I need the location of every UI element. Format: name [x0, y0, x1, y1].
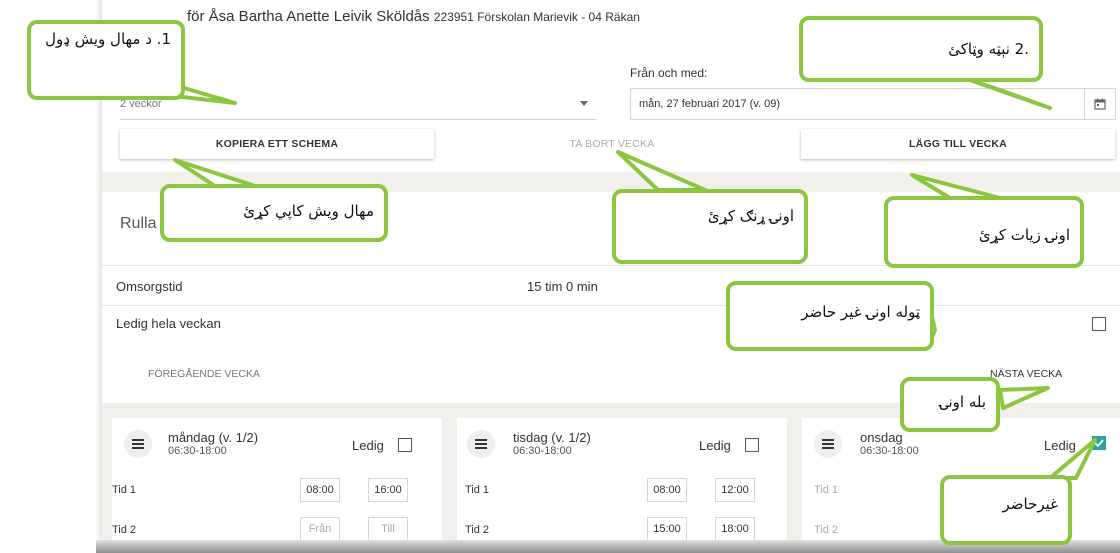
start-date-label: Från och med: — [630, 66, 708, 80]
previous-week-button[interactable]: FÖREGÅENDE VECKA — [148, 368, 260, 380]
time-from-input[interactable]: 08:00 — [300, 478, 340, 502]
list-icon[interactable] — [124, 430, 152, 458]
callout-next-week: بله اونۍ — [900, 377, 1000, 432]
callout-select-date: .2 نېټه وټاکئ — [799, 16, 1043, 82]
time-row-label: Tid 1 — [814, 484, 839, 496]
absent-checkbox-checked[interactable] — [1092, 436, 1106, 450]
time-row-label: Tid 2 — [465, 524, 490, 536]
time-row-label: Tid 1 — [112, 484, 137, 496]
time-row-label: Tid 1 — [465, 484, 490, 496]
list-icon[interactable] — [814, 430, 842, 458]
time-to-input[interactable]: Till — [368, 517, 408, 541]
start-date-input[interactable]: mån, 27 februari 2017 (v. 09) — [630, 88, 1116, 120]
check-icon — [1094, 439, 1104, 447]
care-time-value: 15 tim 0 min — [527, 279, 598, 294]
schedule-panel: för Åsa Bartha Anette Leivik Sköldås 223… — [102, 0, 1120, 553]
free-week-label: Ledig hela veckan — [116, 316, 221, 331]
day-hours: 06:30-18:00 — [860, 445, 919, 457]
time-from-input[interactable]: 08:00 — [647, 478, 687, 502]
callout-schedule-type: 1. د مهال ویش ډول — [27, 20, 185, 100]
absent-label: Ledig — [699, 438, 731, 453]
care-time-label: Omsorgstid — [116, 279, 183, 294]
day-name: måndag (v. 1/2) — [168, 430, 259, 445]
callout-absent-week: ټوله اونۍ غیر حاضر — [726, 281, 934, 351]
time-to-input[interactable]: 12:00 — [715, 478, 755, 502]
section-title: Rulla — [120, 215, 157, 232]
child-name: för Åsa Bartha Anette Leivik Sköldås — [187, 8, 430, 25]
time-from-input[interactable]: 15:00 — [647, 517, 687, 541]
calendar-icon[interactable] — [1084, 89, 1115, 119]
day-hours: 06:30-18:00 — [168, 445, 227, 457]
day-hours: 06:30-18:00 — [513, 445, 572, 457]
day-name: tisdag (v. 1/2) — [513, 430, 591, 445]
time-to-input[interactable]: 18:00 — [715, 517, 755, 541]
list-icon[interactable] — [467, 430, 495, 458]
chevron-down-icon[interactable] — [580, 101, 588, 106]
page-title: för Åsa Bartha Anette Leivik Sköldås 223… — [187, 8, 640, 25]
callout-remove-week: اونۍ ړنګ کړئ — [612, 189, 808, 264]
time-row-label: Tid 2 — [112, 524, 137, 536]
absent-label: Ledig — [352, 438, 384, 453]
absent-label: Ledig — [1044, 438, 1076, 453]
start-date-value: mån, 27 februari 2017 (v. 09) — [639, 98, 781, 110]
callout-absent: غیرحاضر — [940, 475, 1072, 545]
day-card-tuesday: tisdag (v. 1/2) 06:30-18:00 Ledig Tid 1 … — [457, 418, 787, 553]
time-from-input[interactable]: Från — [300, 517, 340, 541]
time-row-label: Tid 2 — [814, 524, 839, 536]
copy-schedule-button[interactable]: KOPIERA ETT SCHEMA — [120, 129, 434, 159]
time-to-input[interactable]: 16:00 — [368, 478, 408, 502]
day-name: onsdag — [860, 430, 903, 445]
unit-name: 223951 Förskolan Marievik - 04 Räkan — [433, 10, 640, 24]
absent-checkbox[interactable] — [745, 438, 759, 452]
schedule-type-select[interactable]: 2 veckor — [120, 88, 596, 120]
free-week-checkbox[interactable] — [1092, 317, 1106, 331]
next-week-button[interactable]: NÄSTA VECKA — [990, 368, 1062, 380]
divider — [102, 305, 1120, 306]
remove-week-button[interactable]: TA BORT VECKA — [462, 129, 762, 159]
callout-copy-schedule: مهال ویش کاپي کړئ — [160, 184, 388, 242]
callout-add-week: اونۍ زیات کړئ — [884, 196, 1084, 268]
add-week-button[interactable]: LÄGG TILL VECKA — [801, 129, 1115, 159]
day-card-monday: måndag (v. 1/2) 06:30-18:00 Ledig Tid 1 … — [112, 418, 442, 553]
absent-checkbox[interactable] — [398, 438, 412, 452]
